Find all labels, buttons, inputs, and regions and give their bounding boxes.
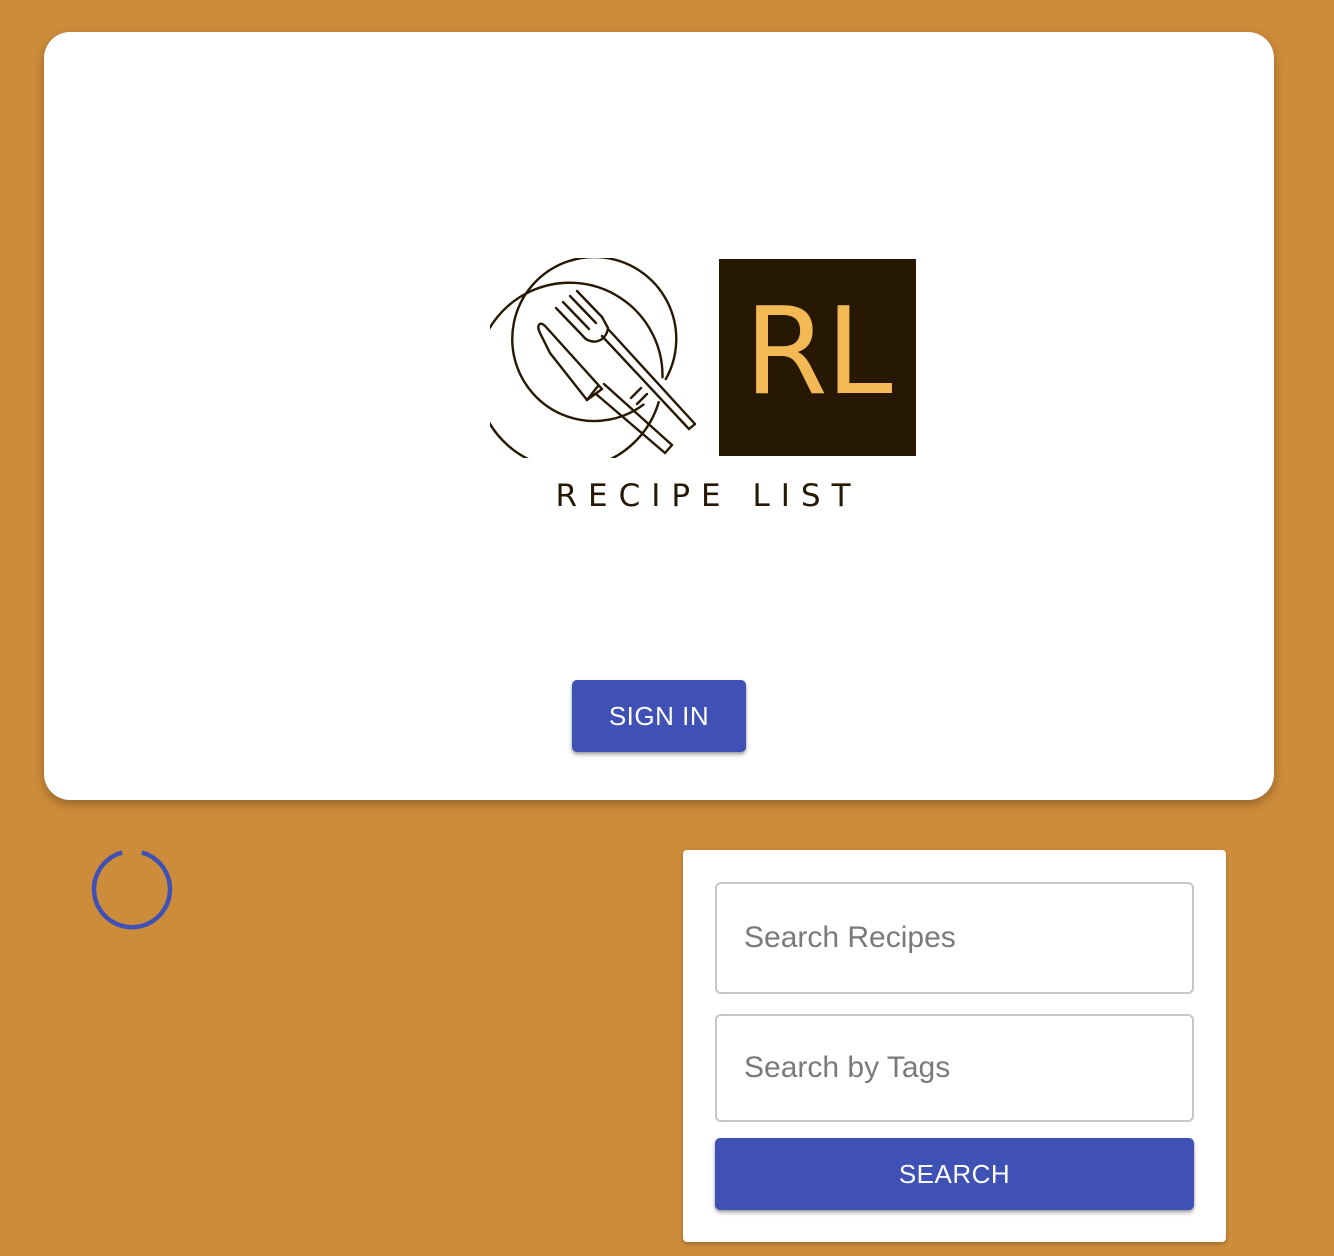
logo-wordmark: RECIPE LIST (555, 478, 862, 514)
search-button[interactable]: SEARCH (715, 1138, 1194, 1210)
circular-spinner-icon (91, 850, 173, 930)
monogram-text: RL (744, 283, 892, 422)
search-recipes-input[interactable] (715, 882, 1194, 994)
sign-in-button[interactable]: SIGN IN (572, 680, 746, 752)
plate-fork-knife-icon (490, 258, 696, 458)
hero-card: RL RECIPE LIST SIGN IN (44, 32, 1274, 800)
search-panel: SEARCH (683, 850, 1226, 1242)
search-tags-input[interactable] (715, 1014, 1194, 1122)
recipe-list-logo: RL RECIPE LIST (490, 258, 916, 518)
monogram-badge: RL (719, 259, 916, 456)
